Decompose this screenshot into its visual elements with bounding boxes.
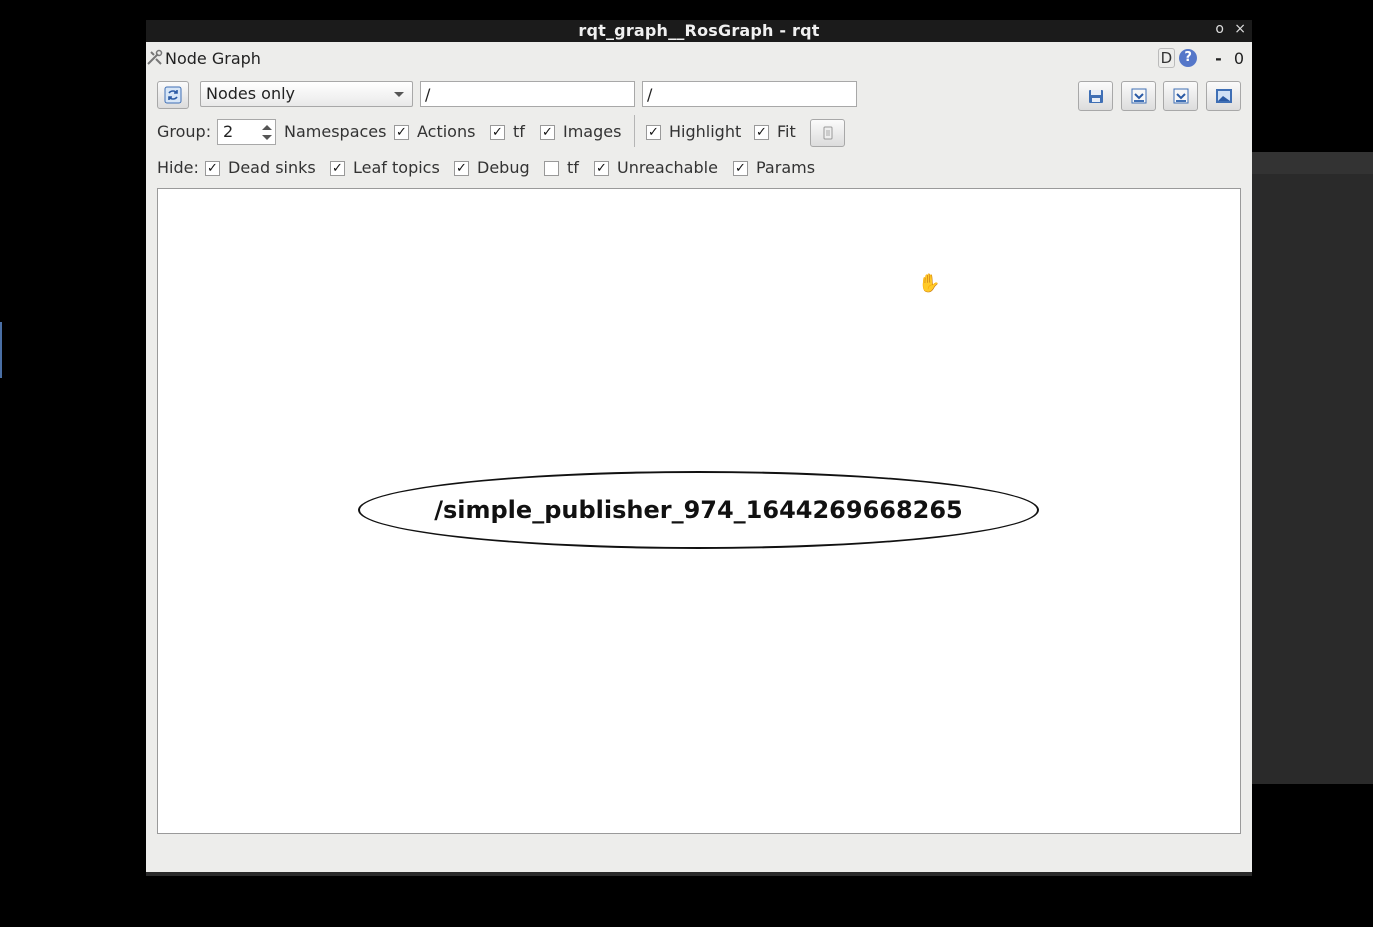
unreachable-label[interactable]: Unreachable	[617, 158, 718, 177]
plugin-controls: D ? - 0	[1157, 48, 1244, 68]
topic-filter-input[interactable]	[642, 81, 857, 107]
leaf-topics-checkbox[interactable]: ✓	[330, 161, 345, 176]
group-label: Group:	[157, 122, 212, 141]
save-dot-icon	[1131, 88, 1146, 104]
leaf-topics-label[interactable]: Leaf topics	[353, 158, 440, 177]
help-icon[interactable]: ?	[1179, 49, 1198, 67]
minimize-plugin-button[interactable]: -	[1215, 49, 1222, 68]
options-row: Group: 2 Namespaces ✓ Actions ✓ tf ✓ Ima…	[146, 115, 1252, 147]
debug-checkbox[interactable]: ✓	[454, 161, 469, 176]
save-image-button[interactable]	[1206, 81, 1241, 111]
debug-label[interactable]: Debug	[477, 158, 530, 177]
dead-sinks-label[interactable]: Dead sinks	[228, 158, 316, 177]
hide-label: Hide:	[157, 158, 199, 177]
group-value: 2	[223, 122, 234, 141]
actions-checkbox[interactable]: ✓	[394, 125, 409, 140]
hide-tf-label[interactable]: tf	[567, 158, 579, 177]
tf-checkbox[interactable]: ✓	[490, 125, 505, 140]
image-icon	[1215, 89, 1232, 103]
fit-checkbox[interactable]: ✓	[754, 125, 769, 140]
hide-row: Hide: ✓ Dead sinks ✓ Leaf topics ✓ Debug…	[146, 156, 1252, 180]
highlight-label[interactable]: Highlight	[669, 122, 741, 141]
restore-button[interactable]: o	[1215, 21, 1224, 37]
close-button[interactable]: ×	[1234, 21, 1246, 37]
graph-type-select[interactable]: Nodes only	[200, 81, 413, 107]
graph-node[interactable]: /simple_publisher_974_1644269668265	[358, 471, 1039, 549]
hand-cursor-icon: ✋	[918, 273, 941, 294]
actions-label[interactable]: Actions	[417, 122, 475, 141]
window-title: rqt_graph__RosGraph - rqt	[578, 21, 820, 40]
fit-view-icon	[823, 126, 832, 140]
dead-sinks-checkbox[interactable]: ✓	[205, 161, 220, 176]
dock-toggle-button[interactable]: D	[1157, 48, 1176, 68]
highlight-checkbox[interactable]: ✓	[646, 125, 661, 140]
spin-up-icon[interactable]	[262, 125, 272, 130]
tf-label[interactable]: tf	[513, 122, 525, 141]
save-svg-button[interactable]	[1163, 81, 1198, 111]
rqt-window: rqt_graph__RosGraph - rqt o × Node Graph…	[146, 20, 1252, 876]
plugin-title: Node Graph	[165, 49, 261, 68]
group-spinbox[interactable]: 2	[217, 119, 276, 145]
images-label[interactable]: Images	[563, 122, 621, 141]
params-label[interactable]: Params	[756, 158, 815, 177]
refresh-button[interactable]	[157, 81, 189, 109]
background-window	[1252, 152, 1373, 784]
status-bar	[146, 872, 1252, 876]
images-checkbox[interactable]: ✓	[540, 125, 555, 140]
save-svg-icon	[1173, 88, 1188, 104]
namespaces-label: Namespaces	[284, 122, 387, 141]
options-separator	[634, 115, 635, 147]
hide-tf-checkbox[interactable]	[544, 161, 559, 176]
plugin-tools-icon	[146, 49, 164, 71]
save-dot-button[interactable]	[1121, 81, 1156, 111]
background-window-edge	[0, 322, 2, 378]
refresh-icon	[164, 86, 182, 104]
title-bar[interactable]: rqt_graph__RosGraph - rqt o ×	[146, 20, 1252, 42]
fit-label[interactable]: Fit	[777, 122, 796, 141]
load-dot-button[interactable]	[1078, 81, 1113, 111]
graph-node-label: /simple_publisher_974_1644269668265	[434, 496, 963, 524]
unreachable-checkbox[interactable]: ✓	[594, 161, 609, 176]
graph-type-value: Nodes only	[206, 84, 296, 103]
spin-down-icon[interactable]	[262, 135, 272, 140]
load-icon	[1088, 90, 1103, 103]
toolbar-row: Nodes only	[146, 81, 1252, 111]
node-filter-input[interactable]	[420, 81, 635, 107]
fit-in-view-button[interactable]	[810, 119, 845, 147]
plugin-header: Node Graph D ? - 0	[146, 44, 1252, 70]
graph-canvas[interactable]: ✋ /simple_publisher_974_1644269668265	[157, 188, 1241, 834]
params-checkbox[interactable]: ✓	[733, 161, 748, 176]
plugin-counter[interactable]: 0	[1234, 49, 1244, 68]
chevron-down-icon	[394, 92, 404, 97]
